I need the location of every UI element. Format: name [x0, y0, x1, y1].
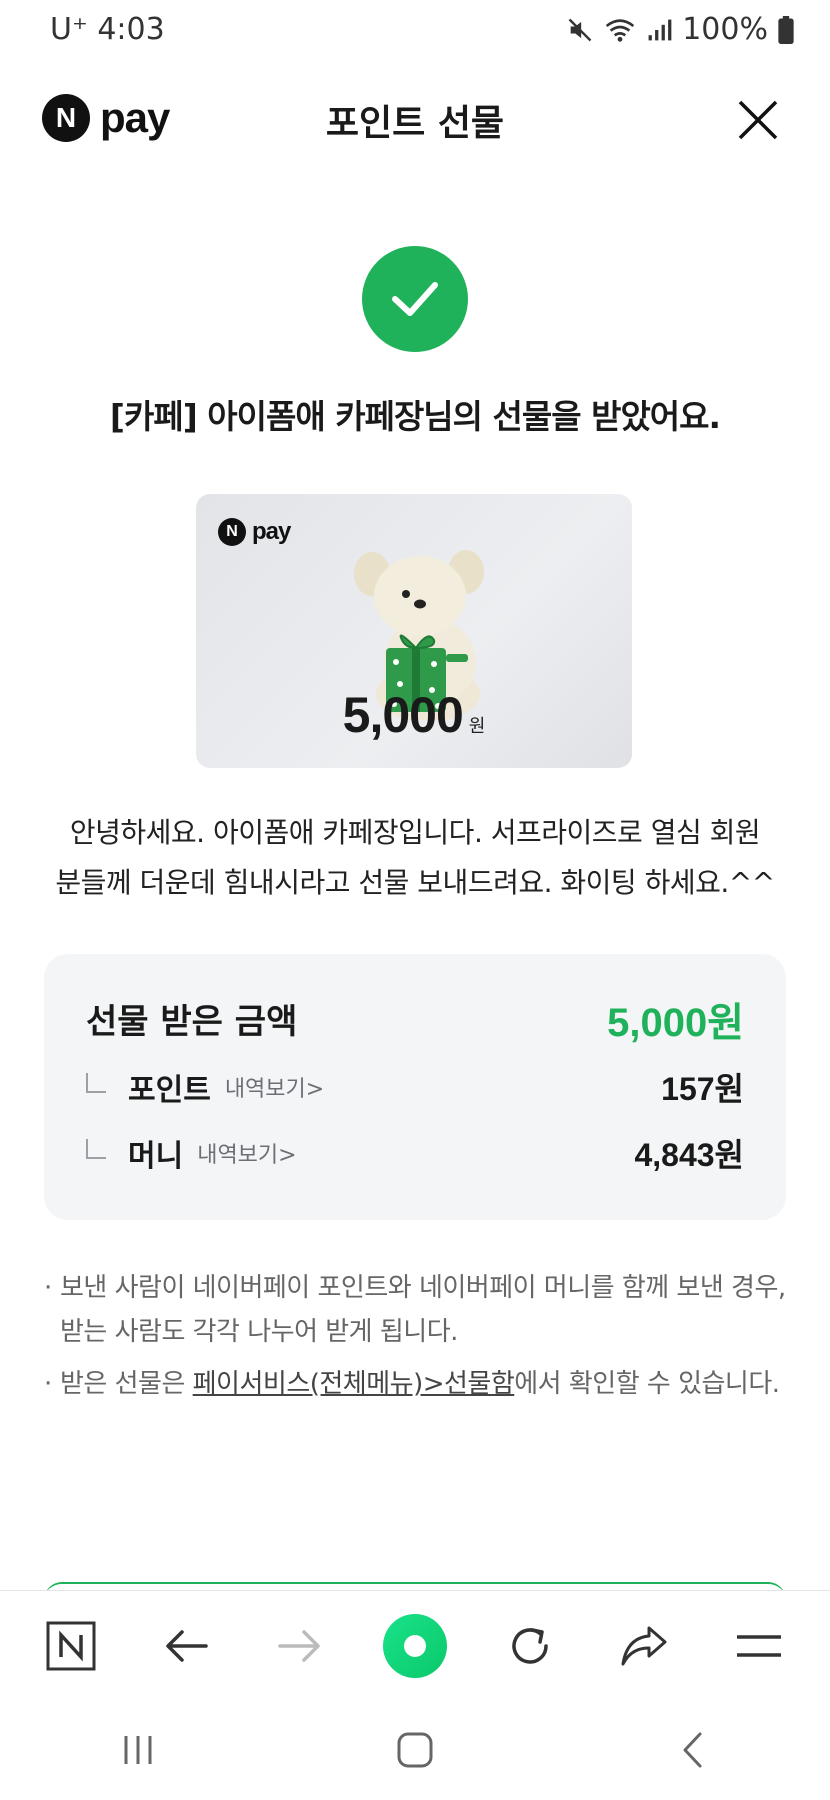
notice-item: 보낸 사람이 네이버페이 포인트와 네이버페이 머니를 함께 보낸 경우, 받는… [44, 1266, 790, 1354]
recent-apps-button[interactable] [98, 1720, 178, 1780]
card-amount: 5,000 원 [196, 686, 632, 744]
wifi-icon [604, 16, 636, 44]
amount-summary: 선물 받은 금액 5,000원 포인트 내역보기> 157원 머니 내역보기> … [44, 954, 786, 1220]
notice-item: 받은 선물은 페이서비스(전체메뉴)>선물함에서 확인할 수 있습니다. [44, 1362, 790, 1406]
card-amount-unit: 원 [468, 716, 486, 737]
summary-label: 선물 받은 금액 [86, 1002, 298, 1042]
row-name: 머니 [128, 1139, 184, 1174]
point-history-link[interactable]: 내역보기> [225, 1071, 324, 1103]
close-icon [738, 100, 778, 140]
home-icon [397, 1732, 433, 1768]
status-bar: U⁺ 4:03 100% [0, 0, 830, 64]
refresh-button[interactable] [495, 1611, 565, 1681]
row-value: 4,843원 [634, 1137, 744, 1173]
card-amount-number: 5,000 [342, 687, 464, 743]
recent-apps-icon [124, 1736, 152, 1764]
summary-row-money: 머니 내역보기> 4,843원 [86, 1128, 744, 1178]
card-logo-pay: pay [252, 518, 291, 545]
refresh-icon [511, 1627, 548, 1664]
arrow-right-icon [278, 1629, 321, 1662]
row-name: 포인트 [128, 1073, 211, 1108]
mute-icon [566, 16, 594, 44]
menu-button[interactable] [724, 1611, 794, 1681]
forward-button[interactable] [265, 1611, 335, 1681]
home-button[interactable] [375, 1720, 455, 1780]
share-icon [621, 1626, 667, 1665]
note-text-pre: 받은 선물은 [60, 1369, 193, 1399]
summary-total: 5,000원 [607, 1001, 744, 1045]
chevron-left-icon [683, 1732, 702, 1768]
green-dot-button[interactable] [380, 1611, 450, 1681]
branch-icon [86, 1139, 106, 1159]
hamburger-icon [736, 1634, 781, 1657]
summary-row-point: 포인트 내역보기> 157원 [86, 1062, 744, 1112]
battery-percent: 100% [682, 12, 768, 47]
gift-card: N pay 5,000 원 [196, 494, 632, 768]
check-icon [392, 282, 438, 316]
battery-icon [778, 15, 794, 44]
message-line-1: 안녕하세요. 아이폼애 카페장입니다. 서프라이즈로 열심 회원 [69, 816, 761, 849]
card-logo-n: N [218, 518, 246, 546]
share-button[interactable] [609, 1611, 679, 1681]
green-dot-icon [382, 1613, 447, 1678]
headline: [카페] 아이폼애 카페장님의 선물을 받았어요. [109, 397, 721, 436]
system-nav-bar [0, 1700, 830, 1800]
status-icons: 100% [566, 12, 794, 47]
back-button[interactable] [151, 1611, 221, 1681]
message-line-2: 분들께 더운데 힘내시라고 선물 보내드려요. 화이팅 하세요.^^ [55, 866, 775, 899]
success-check [362, 246, 468, 352]
gift-message: 안녕하세요. 아이폼애 카페장입니다. 서프라이즈로 열심 회원 분들께 더운데… [44, 808, 786, 908]
system-back-button[interactable] [652, 1720, 732, 1780]
gift-box-link[interactable]: 페이서비스(전체메뉴)>선물함 [193, 1369, 515, 1399]
naver-home-button[interactable] [36, 1611, 106, 1681]
browser-toolbar [0, 1590, 830, 1700]
carrier-time: U⁺ 4:03 [50, 12, 165, 47]
signal-icon [646, 17, 672, 43]
row-value: 157원 [661, 1071, 744, 1107]
page-title: 포인트 선물 [325, 103, 505, 144]
naver-n-icon [46, 1621, 96, 1670]
notice-list: 보낸 사람이 네이버페이 포인트와 네이버페이 머니를 함께 보낸 경우, 받는… [44, 1266, 790, 1414]
header: N pay 포인트 선물 [0, 64, 830, 174]
money-history-link[interactable]: 내역보기> [197, 1137, 296, 1169]
card-logo: N pay [218, 518, 291, 546]
close-button[interactable] [736, 98, 780, 142]
note-text-post: 에서 확인할 수 있습니다. [514, 1369, 780, 1399]
branch-icon [86, 1073, 106, 1093]
arrow-left-icon [166, 1629, 208, 1662]
